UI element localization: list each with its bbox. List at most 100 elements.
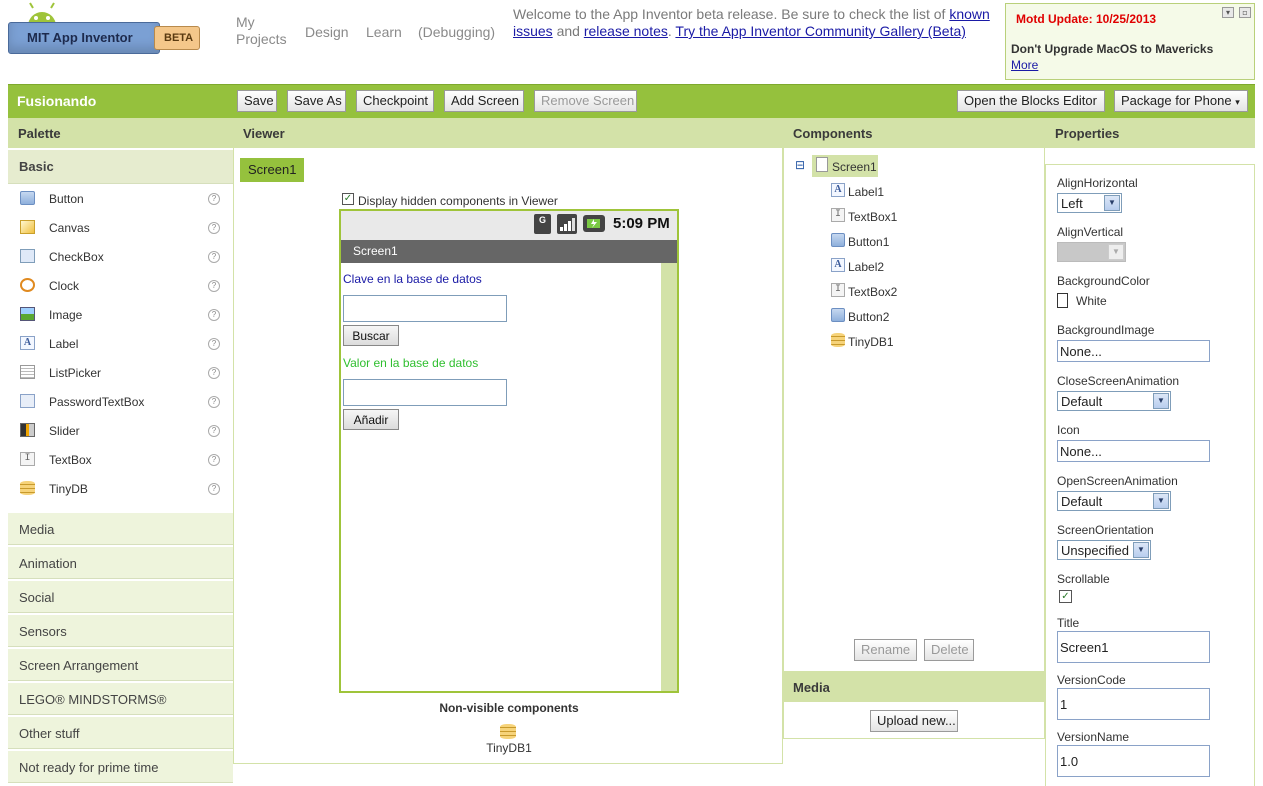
background-image-field[interactable]: None... [1057,340,1210,362]
palette-item-textbox[interactable]: I TextBox? [8,445,233,474]
close-animation-select[interactable]: Default ▼ [1057,391,1171,411]
checkbox-icon [20,249,35,263]
motd-more-link[interactable]: More [1011,58,1038,72]
open-blocks-editor-button[interactable]: Open the Blocks Editor [957,90,1105,112]
label1-preview[interactable]: Clave en la base de datos [343,272,482,286]
palette-category-animation[interactable]: Animation [8,546,233,579]
logo-plate: MIT App Inventor [8,22,160,54]
save-as-button[interactable]: Save As [287,90,346,112]
textbox-icon: I [20,452,35,466]
tree-item-textbox1[interactable]: TextBox1 [848,210,897,224]
add-screen-button[interactable]: Add Screen [444,90,524,112]
palette-category-social[interactable]: Social [8,580,233,613]
community-gallery-link[interactable]: Try the App Inventor Community Gallery (… [675,23,965,39]
help-icon[interactable]: ? [208,309,220,321]
nav-my-projects[interactable]: My Projects [236,14,296,48]
palette-category-other-stuff[interactable]: Other stuff [8,716,233,749]
palette-item-button[interactable]: Button? [8,184,233,213]
button2-preview[interactable]: Añadir [343,409,399,430]
icon-field[interactable]: None... [1057,440,1210,462]
color-swatch[interactable] [1057,293,1068,308]
tree-item-tinydb1[interactable]: TinyDB1 [848,335,894,349]
palette-item-listpicker[interactable]: ListPicker? [8,358,233,387]
help-icon[interactable]: ? [208,193,220,205]
tab-screen1[interactable]: Screen1 [240,158,304,182]
palette-category-screen-arrangement[interactable]: Screen Arrangement [8,648,233,681]
scrollbar[interactable] [661,263,677,691]
version-code-field[interactable]: 1 [1057,688,1210,720]
help-icon[interactable]: ? [208,251,220,263]
maximize-icon[interactable]: ▫ [1239,7,1251,18]
minimize-icon[interactable]: ▾ [1222,7,1234,18]
prop-version-name-label: VersionName [1057,730,1130,744]
palette-category-lego-mindstorms[interactable]: LEGO® MINDSTORMS® [8,682,233,715]
nav-design[interactable]: Design [305,24,349,40]
textbox2-preview[interactable] [343,379,507,406]
palette-item-label: ListPicker [49,366,102,380]
signal-bars-icon [557,214,577,234]
components-panel [783,148,1045,672]
align-vertical-select[interactable]: ▼ [1057,242,1126,262]
help-icon[interactable]: ? [208,483,220,495]
prop-align-vertical-label: AlignVertical [1057,225,1124,239]
dropdown-arrow-icon: ▼ [1133,542,1149,558]
help-icon[interactable]: ? [208,454,220,466]
properties-subheader [1045,148,1255,165]
palette-category-not-ready-for-prime-time[interactable]: Not ready for prime time [8,750,233,783]
label2-preview[interactable]: Valor en la base de datos [343,356,478,370]
upload-new-button[interactable]: Upload new... [870,710,958,732]
rename-button[interactable]: Rename [854,639,917,661]
checkpoint-button[interactable]: Checkpoint [356,90,434,112]
palette-item-tinydb[interactable]: TinyDB? [8,474,233,503]
nav-learn[interactable]: Learn [366,24,402,40]
palette-category-basic[interactable]: Basic [8,148,233,184]
prop-icon-label: Icon [1057,423,1080,437]
help-icon[interactable]: ? [208,338,220,350]
screen-orientation-select[interactable]: Unspecified ▼ [1057,540,1151,560]
help-icon[interactable]: ? [208,425,220,437]
background-color-value[interactable]: White [1076,294,1107,308]
palette-item-passwordtextbox[interactable]: PasswordTextBox? [8,387,233,416]
tree-item-label1[interactable]: Label1 [848,185,884,199]
collapse-icon[interactable]: ⊟ [795,158,805,172]
display-hidden-checkbox[interactable]: ✓ [342,193,354,205]
app-logo[interactable]: MIT App Inventor BETA [8,0,208,62]
palette-item-slider[interactable]: Slider? [8,416,233,445]
tree-item-button1[interactable]: Button1 [848,235,889,249]
release-notes-link[interactable]: release notes [584,23,668,39]
tree-item-textbox2[interactable]: TextBox2 [848,285,897,299]
nonvisible-tinydb1[interactable]: TinyDB1 [339,741,679,755]
palette-item-canvas[interactable]: Canvas? [8,213,233,242]
remove-screen-button[interactable]: Remove Screen [534,90,637,112]
prop-align-horizontal-label: AlignHorizontal [1057,176,1138,190]
nav-debugging[interactable]: (Debugging) [418,24,495,40]
help-icon[interactable]: ? [208,396,220,408]
listpicker-icon [20,365,35,379]
delete-button[interactable]: Delete [924,639,974,661]
package-for-phone-button[interactable]: Package for Phone ▾ [1114,90,1248,112]
palette-item-image[interactable]: Image? [8,300,233,329]
scrollable-checkbox[interactable]: ✓ [1059,590,1072,603]
tree-item-button2[interactable]: Button2 [848,310,889,324]
help-icon[interactable]: ? [208,367,220,379]
version-name-field[interactable]: 1.0 [1057,745,1210,777]
save-button[interactable]: Save [237,90,277,112]
help-icon[interactable]: ? [208,222,220,234]
palette-item-clock[interactable]: Clock? [8,271,233,300]
palette-category-media[interactable]: Media [8,512,233,545]
title-field[interactable]: Screen1 [1057,631,1210,663]
palette-item-label[interactable]: A Label? [8,329,233,358]
open-animation-select[interactable]: Default ▼ [1057,491,1171,511]
help-icon[interactable]: ? [208,280,220,292]
palette-item-checkbox[interactable]: CheckBox? [8,242,233,271]
button1-preview[interactable]: Buscar [343,325,399,346]
database-icon [500,724,516,739]
screen-orientation-value: Unspecified [1061,543,1129,558]
tree-root-selected[interactable]: Screen1 [812,155,878,177]
screen-title-bar: Screen1 [341,240,677,263]
palette-category-sensors[interactable]: Sensors [8,614,233,647]
tree-item-label2[interactable]: Label2 [848,260,884,274]
align-horizontal-select[interactable]: Left ▼ [1057,193,1122,213]
textbox1-preview[interactable] [343,295,507,322]
password-icon [20,394,35,408]
